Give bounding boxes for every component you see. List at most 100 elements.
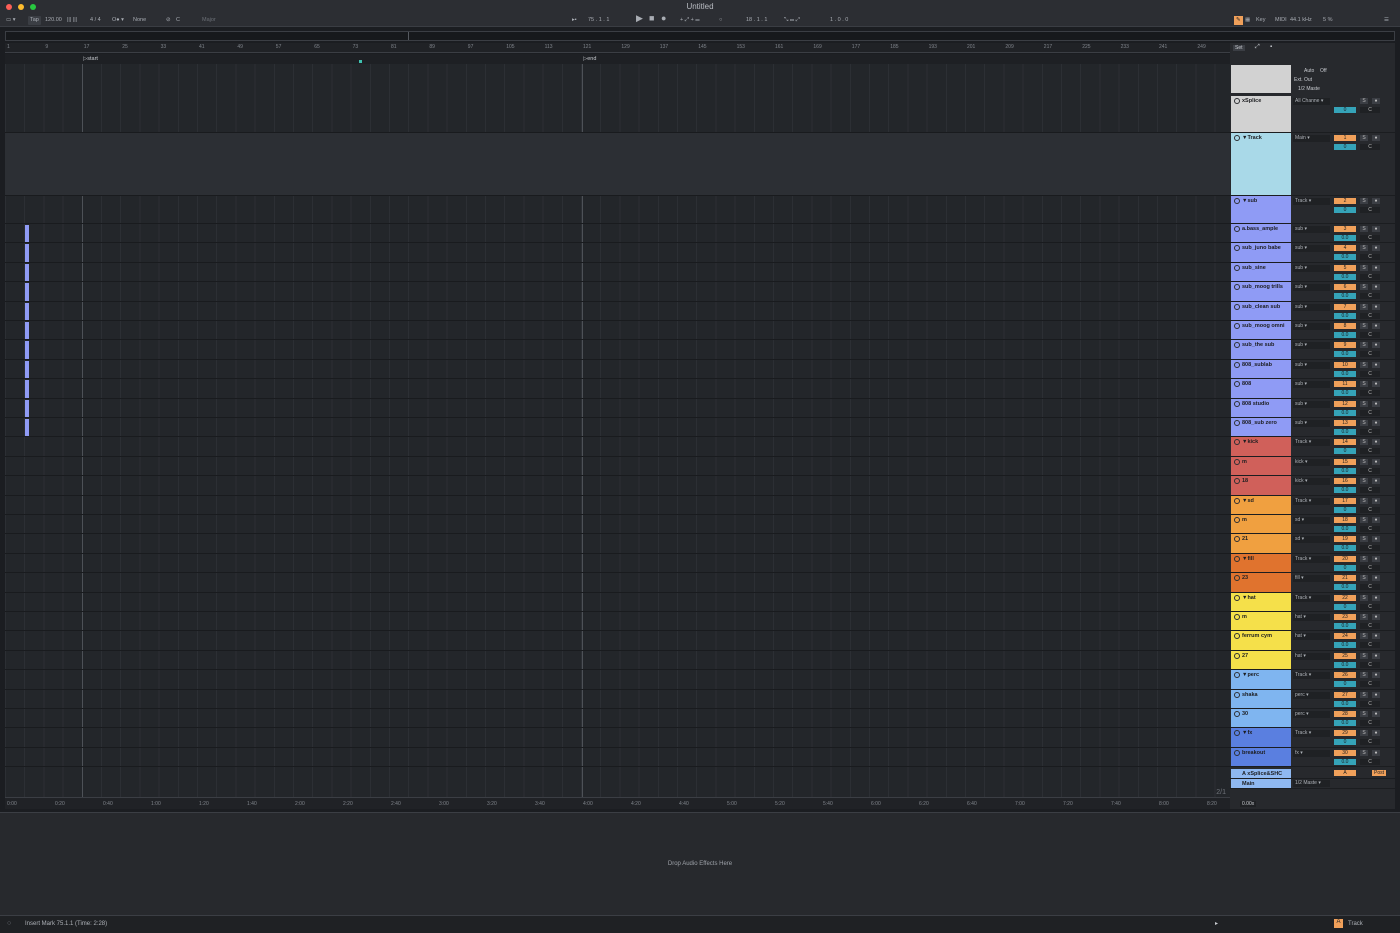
track-lane[interactable]	[5, 321, 1230, 341]
arm-button[interactable]: ●	[1372, 517, 1380, 523]
track-number-button[interactable]: 18	[1334, 517, 1356, 523]
track-volume[interactable]: 0.0	[1334, 370, 1356, 377]
solo-button[interactable]: S	[1360, 497, 1368, 504]
track-header[interactable]: 808_sublab sub ▾ 10 0.0 S ● C	[1230, 359, 1395, 380]
arm-button[interactable]: ●	[1372, 420, 1380, 426]
arm-button[interactable]: ●	[1372, 672, 1380, 679]
scale-root[interactable]: C	[176, 16, 180, 25]
track-header[interactable]: ▼fill Track ▾ 20 0 S ● C	[1230, 553, 1395, 574]
track-volume[interactable]: 0.0	[1334, 487, 1356, 494]
track-output-select[interactable]: Track ▾	[1293, 198, 1330, 205]
arm-button[interactable]: ●	[1372, 264, 1380, 271]
track-number-button[interactable]: 2	[1334, 198, 1356, 204]
track-name[interactable]: sub_clean sub	[1231, 301, 1291, 320]
solo-button[interactable]: S	[1360, 226, 1368, 232]
time-ruler[interactable]: 2/1 0:00 0:20 0:40 1:00 1:20 1:40 2:00 2:20 2:40…	[5, 789, 1230, 809]
pan-knob[interactable]: C	[1360, 681, 1380, 688]
arrangement-position[interactable]: 75 . 1 . 1	[588, 16, 609, 25]
track-output-select[interactable]: Track ▾	[1293, 672, 1330, 680]
track-name[interactable]: ▼hat	[1231, 592, 1291, 611]
track-header[interactable]: 808 studio sub ▾ 12 0.0 S ● C	[1230, 398, 1395, 418]
track-activator-icon[interactable]	[1234, 303, 1240, 310]
arm-button[interactable]: ●	[1372, 614, 1380, 620]
track-number-button[interactable]: 7	[1334, 303, 1356, 310]
track-output-select[interactable]: hat ▾	[1293, 614, 1330, 621]
midi-clip[interactable]	[25, 263, 29, 282]
solo-button[interactable]: S	[1360, 614, 1368, 620]
track-lane[interactable]	[5, 379, 1230, 399]
track-volume[interactable]: 0	[1334, 603, 1356, 610]
track-number-button[interactable]: 23	[1334, 614, 1356, 620]
track-volume[interactable]: 0.0	[1334, 661, 1356, 668]
track-volume[interactable]: 0.0	[1334, 545, 1356, 552]
track-volume[interactable]: 0.0	[1334, 254, 1356, 261]
track-volume[interactable]: 0.0	[1334, 273, 1356, 280]
track-name[interactable]: m	[1231, 515, 1291, 534]
loop-icon[interactable]: ○	[719, 16, 722, 25]
track-output-select[interactable]: sub ▾	[1293, 245, 1330, 253]
pan-knob[interactable]: C	[1360, 448, 1380, 455]
track-output-select[interactable]: fx ▾	[1293, 749, 1330, 757]
arm-button[interactable]: ●	[1372, 226, 1380, 232]
track-volume[interactable]: 0.0	[1334, 584, 1356, 591]
track-header[interactable]: ferrum cym hat ▾ 24 0.0 S ● C	[1230, 631, 1395, 651]
key-map-label[interactable]: Key	[1256, 16, 1265, 25]
track-lane[interactable]	[5, 418, 1230, 438]
track-header[interactable]: ▼sd Track ▾ 17 0 S ● C	[1230, 495, 1395, 515]
track-header[interactable]: m sd ▾ 18 0.0 S ● C	[1230, 515, 1395, 535]
pan-knob[interactable]: C	[1360, 144, 1380, 150]
track-volume[interactable]: 0.0	[1334, 623, 1356, 629]
end-locator[interactable]: ▷end	[583, 56, 596, 62]
midi-map-icon[interactable]: ▦	[1245, 16, 1250, 25]
solo-button[interactable]: S	[1360, 264, 1368, 271]
scale-mode[interactable]: Major	[202, 16, 216, 25]
solo-button[interactable]: S	[1360, 323, 1368, 329]
track-activator-icon[interactable]	[1234, 497, 1240, 504]
play-button[interactable]: ▶	[636, 14, 643, 23]
track-name[interactable]: sub_juno babe	[1231, 243, 1291, 262]
track-lane[interactable]	[5, 709, 1230, 729]
arm-button[interactable]: ●	[1372, 400, 1380, 407]
track-activator-icon[interactable]	[1234, 284, 1240, 291]
track-lane[interactable]	[5, 690, 1230, 709]
arm-button[interactable]: ●	[1372, 245, 1380, 252]
midi-clip[interactable]	[25, 225, 29, 243]
pan-knob[interactable]: C	[1360, 351, 1380, 358]
track-lane[interactable]	[5, 399, 1230, 418]
track-lane[interactable]	[5, 593, 1230, 612]
return-track-header[interactable]: Main 1/2 Maste ▾	[1230, 779, 1395, 789]
track-volume[interactable]: 0.0	[1334, 390, 1356, 397]
locator-lane[interactable]: ▷start ▷end	[5, 54, 1230, 64]
arm-button[interactable]: ●	[1372, 749, 1380, 756]
track-output-select[interactable]: sub ▾	[1293, 361, 1330, 369]
track-header[interactable]: sub_moog omni sub ▾ 8 0.0 S ● C	[1230, 321, 1395, 341]
track-activator-icon[interactable]	[1234, 555, 1240, 562]
track-output-select[interactable]: Track ▾	[1293, 439, 1330, 447]
track-name[interactable]: sub_the sub	[1231, 340, 1291, 359]
track-output-select[interactable]: sd ▾	[1293, 517, 1330, 524]
arm-button[interactable]: ●	[1372, 497, 1380, 504]
midi-clip[interactable]	[25, 302, 29, 320]
track-output-select[interactable]: Track ▾	[1293, 730, 1330, 738]
track-lane[interactable]	[5, 196, 1230, 224]
track-lane[interactable]	[5, 96, 1230, 133]
track-name[interactable]: ▼kick	[1231, 437, 1291, 456]
track-volume[interactable]: 0.0	[1334, 720, 1356, 726]
track-number-button[interactable]: 25	[1334, 652, 1356, 659]
arm-button[interactable]: ●	[1372, 458, 1380, 465]
track-output-select[interactable]: sub ▾	[1293, 264, 1330, 272]
track-volume[interactable]: 0	[1334, 681, 1356, 688]
track-output-select[interactable]: All Channe ▾	[1293, 98, 1330, 105]
track-name[interactable]: sub_moog omni	[1231, 321, 1291, 340]
track-header[interactable]: ▼fx Track ▾ 29 0 S ● C	[1230, 728, 1395, 748]
track-name[interactable]: a.bass_ample	[1231, 224, 1291, 243]
track-output-select[interactable]: kick ▾	[1293, 458, 1330, 466]
track-name[interactable]: 808 studio	[1231, 398, 1291, 417]
midi-map-label[interactable]: MIDI	[1275, 16, 1287, 25]
solo-button[interactable]: S	[1360, 652, 1368, 659]
track-header[interactable]: ▼hat Track ▾ 22 0 S ● C	[1230, 592, 1395, 612]
track-name[interactable]: breakout	[1231, 747, 1291, 767]
track-number-button[interactable]: 14	[1334, 439, 1356, 446]
track-volume[interactable]: 0	[1334, 107, 1356, 113]
pan-knob[interactable]: C	[1360, 254, 1380, 261]
